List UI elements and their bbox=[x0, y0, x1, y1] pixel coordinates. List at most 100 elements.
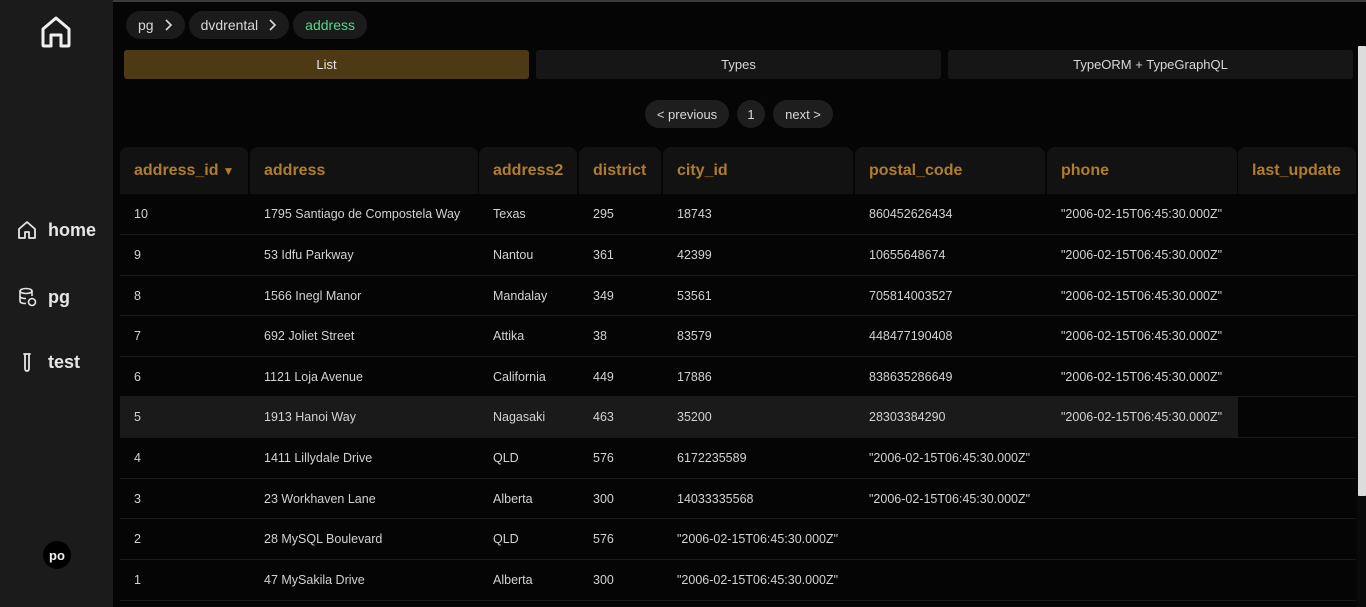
table-cell-city-id: 35200 bbox=[677, 410, 712, 424]
next-page-button[interactable]: next > bbox=[773, 100, 833, 128]
breadcrumb-item-pg[interactable]: pg bbox=[126, 11, 185, 39]
table-cell-address2: Attika bbox=[493, 329, 525, 343]
table-cell-address-id: 4 bbox=[134, 451, 141, 465]
table-cell-address2: Nagasaki bbox=[493, 410, 546, 424]
table-cell-city-id: 53561 bbox=[677, 288, 712, 303]
table-cell-last-update bbox=[1238, 397, 1356, 437]
test-tube-icon bbox=[16, 351, 38, 373]
breadcrumb-item-address[interactable]: address bbox=[293, 11, 367, 39]
table-cell-last-update bbox=[1238, 235, 1356, 275]
table-row[interactable]: 5 1913 Hanoi Way Nagasaki 463 35200 283033842… bbox=[120, 397, 1356, 438]
column-header-address[interactable]: address bbox=[250, 147, 478, 194]
chevron-right-icon bbox=[269, 19, 277, 31]
table-cell-last-update bbox=[1238, 357, 1356, 396]
table-cell-city-id: 83579 bbox=[677, 329, 712, 343]
table-cell-address2: Mandalay bbox=[493, 288, 548, 303]
table-cell-address-id: 2 bbox=[134, 532, 141, 546]
tab-typeorm-typegraphql[interactable]: TypeORM + TypeGraphQL bbox=[948, 50, 1353, 79]
sidebar-item-home[interactable]: home bbox=[16, 216, 96, 244]
sort-desc-icon: ▼ bbox=[222, 163, 235, 178]
table-cell-phone: "2006-02-15T06:45:30.000Z" bbox=[1061, 329, 1223, 343]
sidebar-item-test[interactable]: test bbox=[16, 348, 80, 376]
column-header-address2[interactable]: address2 bbox=[479, 147, 577, 194]
table-cell-address2: Nantou bbox=[493, 248, 534, 262]
table-cell-district: 300 bbox=[593, 573, 614, 587]
table-cell-address2: Texas bbox=[493, 207, 526, 221]
table-cell-address2: Alberta bbox=[493, 491, 533, 506]
table-row[interactable]: 8 1566 Inegl Manor Mandalay 349 53561 7058140… bbox=[120, 276, 1356, 316]
table-cell-address: 28 MySQL Boulevard bbox=[264, 532, 383, 546]
table-cell-address-id: 1 bbox=[134, 573, 141, 587]
table-row[interactable]: 1 47 MySakila Drive Alberta 300 "2006-02-15T… bbox=[120, 560, 1356, 601]
breadcrumb-item-dvdrental[interactable]: dvdrental bbox=[188, 11, 290, 39]
table-cell-address-id: 6 bbox=[134, 369, 141, 384]
table-header: address_id ▼ address address2 district c… bbox=[120, 147, 1356, 194]
table-row[interactable]: 6 1121 Loja Avenue California 449 17886 83863… bbox=[120, 357, 1356, 397]
column-header-phone[interactable]: phone bbox=[1047, 147, 1237, 194]
table-cell-district: 449 bbox=[593, 369, 614, 384]
table-cell-city-id: 42399 bbox=[677, 248, 712, 262]
table-cell-phone: "2006-02-15T06:45:30.000Z" bbox=[1061, 207, 1223, 221]
table-cell-address: 47 MySakila Drive bbox=[264, 573, 365, 587]
table-cell-address-id: 8 bbox=[134, 288, 141, 303]
chevron-right-icon bbox=[165, 19, 172, 31]
table-cell-district: 295 bbox=[593, 207, 614, 221]
column-header-last-update[interactable]: last_update bbox=[1238, 147, 1356, 194]
table-row[interactable]: 9 53 Idfu Parkway Nantou 361 42399 1065564867… bbox=[120, 235, 1356, 276]
table-row[interactable]: 7 692 Joliet Street Attika 38 83579 448477190… bbox=[120, 316, 1356, 357]
table-cell-district: 576 bbox=[593, 451, 614, 465]
table-cell-address: 1121 Loja Avenue bbox=[264, 369, 363, 384]
tab-types[interactable]: Types bbox=[536, 50, 941, 79]
home-logo-button[interactable] bbox=[38, 14, 74, 50]
table-cell-address: 1411 Lillydale Drive bbox=[264, 451, 373, 465]
window-top-edge bbox=[0, 0, 1366, 2]
column-header-city-id[interactable]: city_id bbox=[663, 147, 853, 194]
table-cell-phone: "2006-02-15T06:45:30.000Z" bbox=[1061, 248, 1223, 262]
avatar[interactable]: po bbox=[43, 541, 71, 569]
table-cell-phone bbox=[1047, 438, 1237, 478]
breadcrumb-label: pg bbox=[138, 17, 154, 33]
sidebar-item-label: home bbox=[48, 219, 97, 240]
data-table: address_id ▼ address address2 district c… bbox=[120, 147, 1356, 601]
page-number-button[interactable]: 1 bbox=[737, 100, 765, 128]
table-cell-postal-code: 10655648674 bbox=[869, 248, 946, 262]
tab-list[interactable]: List bbox=[124, 50, 529, 79]
sidebar-item-label: test bbox=[48, 351, 81, 372]
table-cell-phone: "2006-02-15T06:45:30.000Z" bbox=[1061, 410, 1223, 424]
table-row[interactable]: 4 1411 Lillydale Drive QLD 576 6172235589 "20… bbox=[120, 438, 1356, 479]
breadcrumb-label: dvdrental bbox=[200, 17, 259, 33]
table-cell-address2: QLD bbox=[493, 451, 519, 465]
table-row[interactable]: 10 1795 Santiago de Compostela Way Texas 29… bbox=[120, 194, 1356, 235]
table-cell-address: 53 Idfu Parkway bbox=[264, 248, 354, 262]
column-header-address-id[interactable]: address_id ▼ bbox=[120, 147, 248, 194]
sidebar: home pg test po bbox=[0, 0, 113, 607]
column-header-district[interactable]: district bbox=[579, 147, 661, 194]
table-cell-address2: California bbox=[493, 369, 546, 384]
table-cell-district: 576 bbox=[593, 532, 614, 546]
column-header-label: address_id bbox=[134, 161, 219, 179]
sidebar-item-pg[interactable]: pg bbox=[16, 283, 70, 311]
table-cell-postal-code bbox=[855, 519, 1045, 559]
table-cell-district: 349 bbox=[593, 288, 614, 303]
table-cell-address: 1913 Hanoi Way bbox=[264, 410, 356, 424]
table-row[interactable]: 3 23 Workhaven Lane Alberta 300 14033335568 "… bbox=[120, 479, 1356, 519]
table-cell-address-id: 3 bbox=[134, 491, 141, 506]
table-cell-phone bbox=[1047, 560, 1237, 600]
database-icon bbox=[16, 286, 38, 308]
table-cell-last-update bbox=[1238, 316, 1356, 356]
table-cell-last-update bbox=[1238, 479, 1356, 518]
table-cell-city-id: 6172235589 bbox=[677, 451, 747, 465]
table-cell-city-id: 18743 bbox=[677, 207, 712, 221]
home-icon bbox=[41, 16, 71, 48]
table-cell-district: 361 bbox=[593, 248, 614, 262]
table-cell-phone: "2006-02-15T06:45:30.000Z" bbox=[1061, 369, 1223, 384]
breadcrumb: pg dvdrental address bbox=[126, 11, 367, 39]
scrollbar-thumb[interactable] bbox=[1358, 46, 1366, 496]
previous-page-button[interactable]: < previous bbox=[645, 100, 729, 128]
table-cell-district: 38 bbox=[593, 329, 607, 343]
table-cell-phone bbox=[1047, 519, 1237, 559]
table-row[interactable]: 2 28 MySQL Boulevard QLD 576 "2006-02-15T06:… bbox=[120, 519, 1356, 560]
table-cell-address-id: 9 bbox=[134, 248, 141, 262]
home-icon bbox=[16, 219, 38, 241]
column-header-postal-code[interactable]: postal_code bbox=[855, 147, 1045, 194]
